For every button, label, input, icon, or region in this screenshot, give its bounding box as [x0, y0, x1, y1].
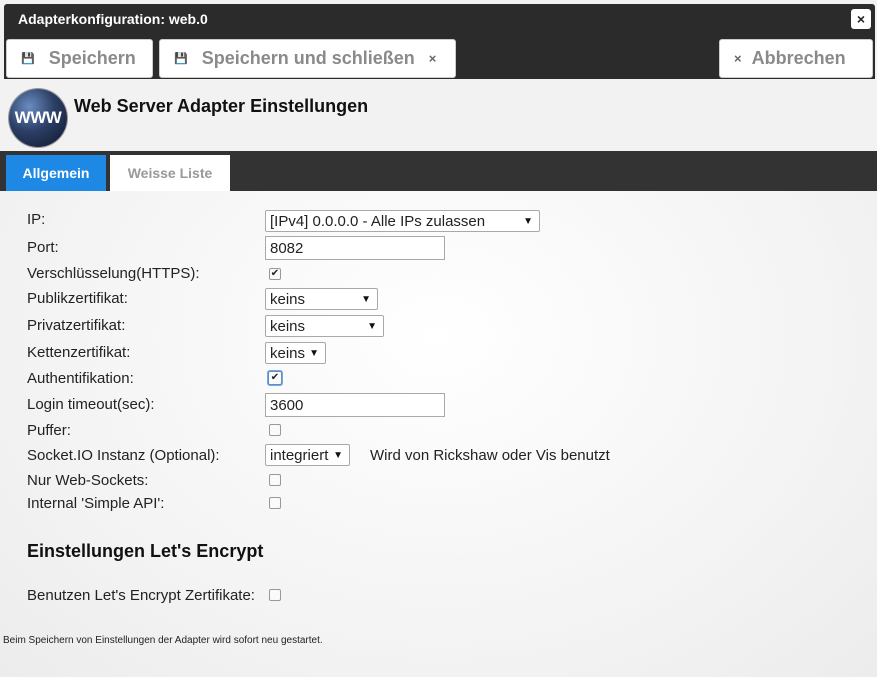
checkmark-icon: ✔	[270, 372, 280, 383]
save-button[interactable]: 💾 Speichern	[6, 39, 153, 78]
web-adapter-logo: WWW	[9, 89, 67, 147]
letsencrypt-use-checkbox[interactable]	[269, 589, 281, 601]
ip-select-value: [IPv4] 0.0.0.0 - Alle IPs zulassen	[270, 212, 486, 230]
auth-label: Authentifikation:	[27, 370, 134, 387]
public-cert-select[interactable]: keins ▼	[265, 288, 378, 310]
websockets-only-label: Nur Web-Sockets:	[27, 472, 149, 489]
socketio-label: Socket.IO Instanz (Optional):	[27, 447, 220, 464]
ip-select[interactable]: [IPv4] 0.0.0.0 - Alle IPs zulassen ▼	[265, 210, 540, 232]
chevron-down-icon: ▼	[309, 347, 319, 359]
save-icon: 💾	[174, 53, 188, 65]
socketio-select[interactable]: integriert ▼	[265, 444, 350, 466]
cache-checkbox[interactable]	[269, 424, 281, 436]
socketio-hint: Wird von Rickshaw oder Vis benutzt	[370, 447, 610, 464]
chain-cert-select-value: keins	[270, 344, 306, 362]
port-input[interactable]: 8082	[265, 236, 445, 260]
chevron-down-icon: ▼	[333, 449, 343, 461]
https-label: Verschlüsselung(HTTPS):	[27, 265, 200, 282]
tab-general[interactable]: Allgemein	[6, 155, 106, 191]
save-button-label: Speichern	[48, 48, 136, 68]
login-timeout-label: Login timeout(sec):	[27, 396, 155, 413]
letsencrypt-use-label: Benutzen Let's Encrypt Zertifikate:	[27, 587, 255, 604]
close-icon: ×	[428, 51, 437, 66]
https-checkbox[interactable]: ✔	[269, 268, 281, 280]
close-icon: ×	[734, 51, 742, 66]
simple-api-checkbox[interactable]	[269, 497, 281, 509]
dialog-titlebar: Adapterkonfiguration: web.0 ×	[4, 4, 875, 34]
footer-note: Beim Speichern von Einstellungen der Ada…	[3, 635, 323, 646]
tab-bar: Allgemein Weisse Liste	[0, 151, 877, 191]
websockets-only-checkbox[interactable]	[269, 474, 281, 486]
chain-cert-select[interactable]: keins ▼	[265, 342, 326, 364]
page-title: Web Server Adapter Einstellungen	[74, 96, 369, 116]
cache-label: Puffer:	[27, 422, 71, 439]
cancel-button-label: Abbrechen	[751, 48, 846, 68]
chevron-down-icon: ▼	[523, 215, 533, 227]
save-and-close-button-label: Speichern und schließen	[201, 48, 415, 68]
socketio-select-value: integriert	[270, 446, 329, 464]
toolbar: 💾 Speichern 💾 Speichern und schließen × …	[4, 34, 875, 79]
private-cert-select[interactable]: keins ▼	[265, 315, 384, 337]
tab-whitelist[interactable]: Weisse Liste	[110, 155, 230, 191]
save-icon: 💾	[21, 53, 35, 65]
public-cert-select-value: keins	[270, 290, 306, 308]
checkmark-icon: ✔	[270, 268, 280, 279]
private-cert-select-value: keins	[270, 317, 306, 335]
save-and-close-button[interactable]: 💾 Speichern und schließen ×	[159, 39, 456, 78]
public-cert-label: Publikzertifikat:	[27, 290, 128, 307]
login-timeout-input[interactable]: 3600	[265, 393, 445, 417]
private-cert-label: Privatzertifikat:	[27, 317, 126, 334]
close-icon[interactable]: ×	[851, 9, 871, 29]
simple-api-label: Internal 'Simple API':	[27, 495, 165, 512]
letsencrypt-section-title: Einstellungen Let's Encrypt	[27, 541, 264, 561]
settings-panel	[0, 191, 877, 677]
dialog-title: Adapterkonfiguration: web.0	[18, 11, 208, 27]
chevron-down-icon: ▼	[361, 293, 371, 305]
cancel-button[interactable]: × Abbrechen	[719, 39, 873, 78]
chevron-down-icon: ▼	[367, 320, 377, 332]
ip-label: IP:	[27, 211, 46, 228]
port-label: Port:	[27, 239, 59, 256]
chain-cert-label: Kettenzertifikat:	[27, 344, 131, 361]
auth-checkbox[interactable]: ✔	[268, 371, 282, 385]
